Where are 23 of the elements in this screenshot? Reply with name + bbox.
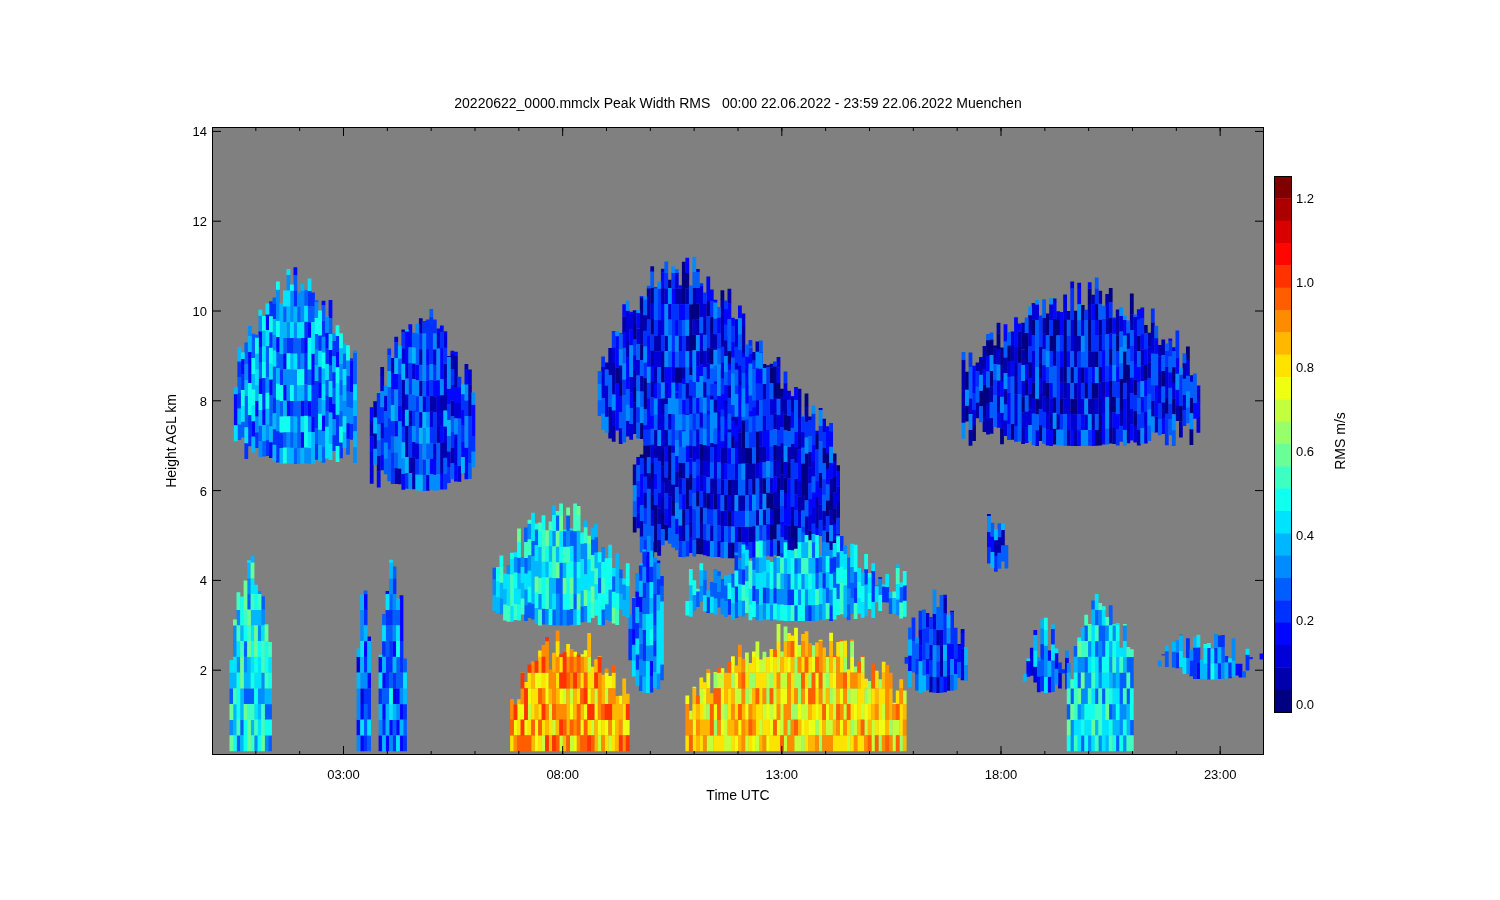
colorbar-label: RMS m/s <box>1332 412 1348 470</box>
colorbar-tick-label: 1.0 <box>1296 275 1315 291</box>
x-tick-label: 18:00 <box>984 767 1018 782</box>
colorbar-tick-label: 1.2 <box>1296 191 1315 206</box>
y-tick-label: 12 <box>192 214 207 230</box>
colorbar-tick-label: 0.2 <box>1296 612 1315 628</box>
y-tick-label: 4 <box>199 573 207 589</box>
x-tick-label: 13:00 <box>765 767 799 782</box>
y-tick-label: 14 <box>192 127 207 140</box>
chart-title: 20220622_0000.mmclx Peak Width RMS 00:00 22.06.2022 - 23:59 22.06.2022 Muenchen <box>454 95 1022 111</box>
y-tick-label: 10 <box>192 304 207 319</box>
colorbar-tick-label: 0.4 <box>1296 528 1315 544</box>
y-tick-label: 8 <box>199 393 207 409</box>
x-tick-label: 23:00 <box>1203 767 1237 782</box>
x-tick-label: 03:00 <box>327 767 360 782</box>
colorbar-tick-label: 0.6 <box>1296 443 1315 459</box>
y-tick-label: 6 <box>199 483 207 499</box>
x-tick-label: 08:00 <box>546 767 579 782</box>
y-axis-label: Height AGL km <box>163 394 179 488</box>
y-tick-label: 2 <box>199 663 207 679</box>
colorbar-tick-label: 0.0 <box>1296 696 1315 712</box>
colorbar-tick-label: 0.8 <box>1296 359 1315 375</box>
x-axis-label: Time UTC <box>706 787 770 805</box>
